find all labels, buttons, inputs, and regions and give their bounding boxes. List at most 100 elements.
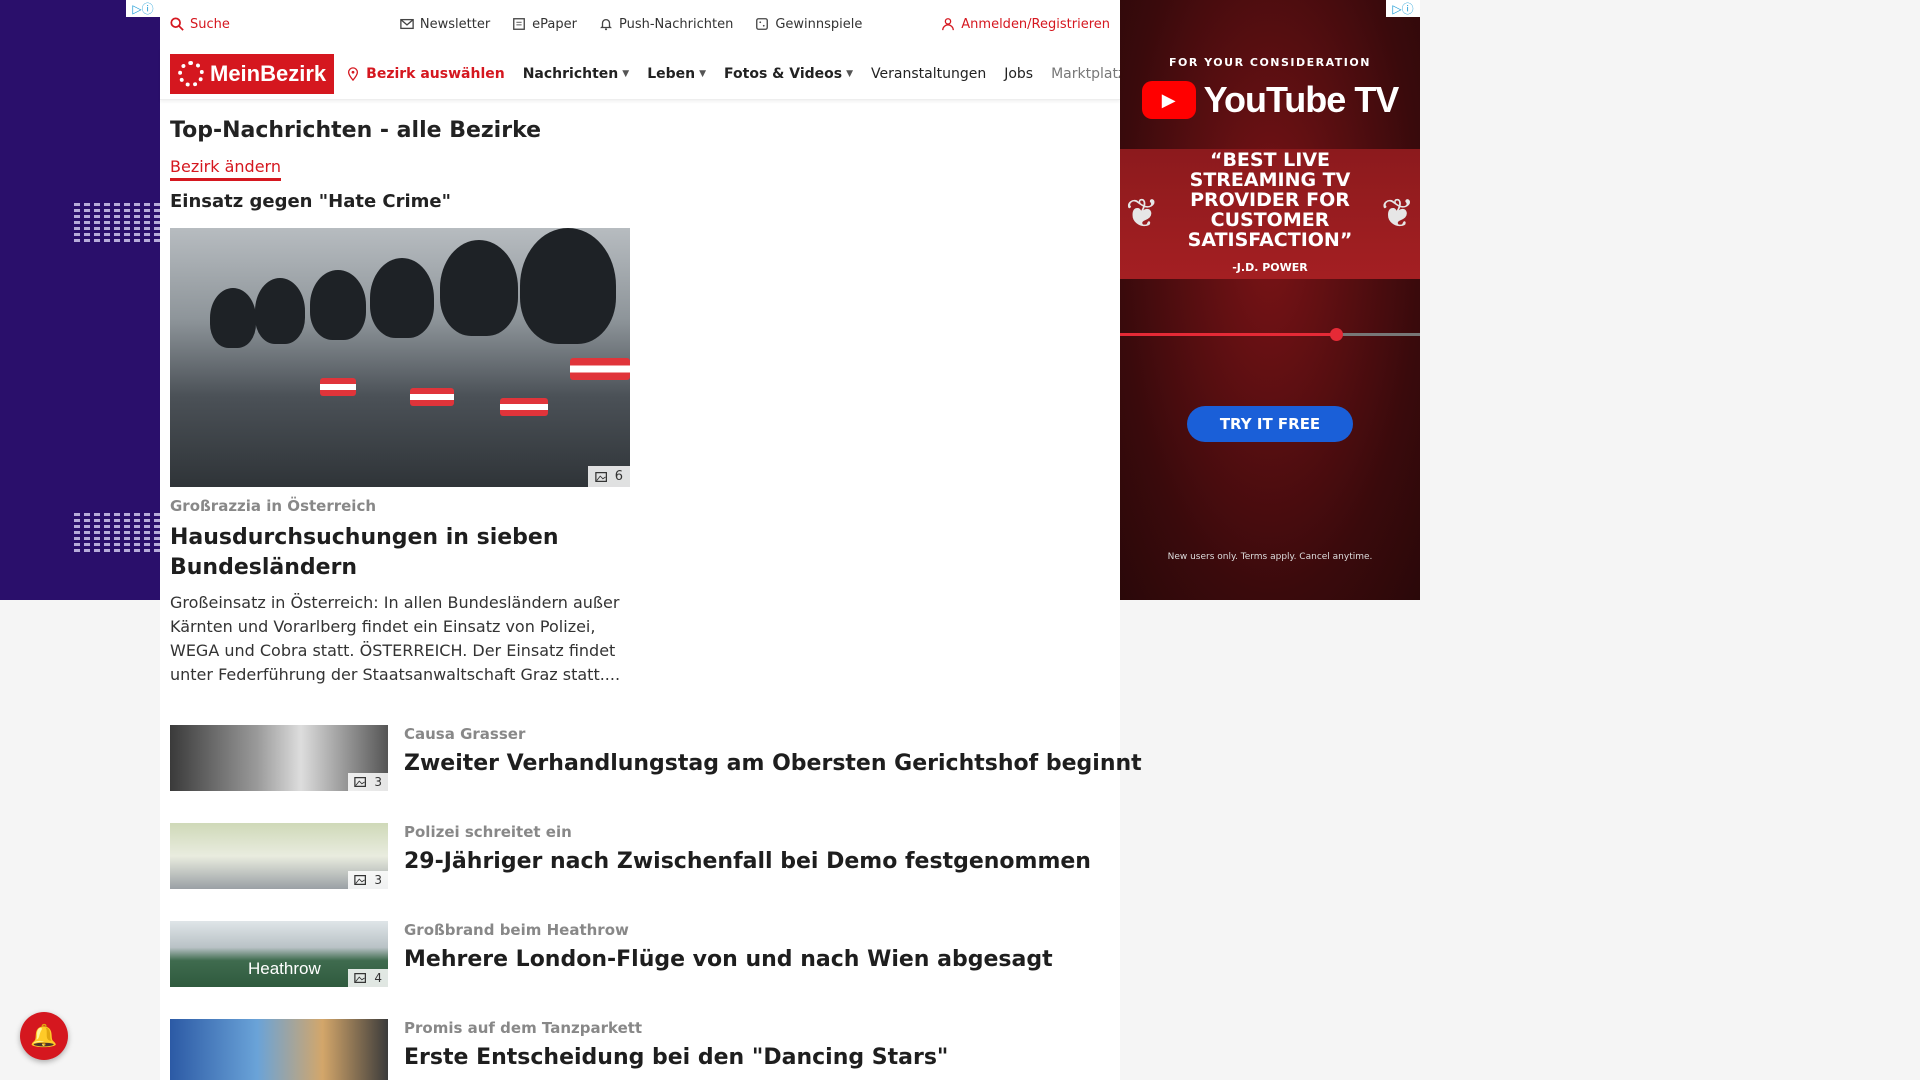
image-shape	[370, 258, 434, 338]
article-kicker: Causa Grasser	[404, 725, 526, 743]
epaper-link[interactable]: ePaper	[512, 17, 577, 32]
image-count-badge: 3	[348, 871, 388, 889]
image-count: 4	[374, 971, 382, 985]
location-pin-icon	[348, 66, 359, 81]
main-column: Suche Newsletter ePaper Push-Nachrichten…	[160, 0, 1142, 1080]
ad-tagline: FOR YOUR CONSIDERATION	[1169, 56, 1371, 69]
bell-icon	[600, 18, 612, 31]
nav-item-leben[interactable]: Leben ▼	[647, 66, 706, 82]
meinbezirk-logo[interactable]: MeinBezirk	[170, 53, 335, 94]
search-icon	[170, 17, 184, 31]
nav-label: Marktplatz	[1051, 65, 1120, 82]
image-shape	[410, 388, 454, 406]
chevron-down-icon: ▼	[846, 68, 854, 79]
nav-label: Leben	[647, 65, 696, 82]
gallery-icon	[594, 471, 607, 482]
adchoices-icon[interactable]: ▷ⓘ	[1386, 0, 1420, 17]
page-title: Top-Nachrichten - alle Bezirke	[170, 118, 542, 143]
ad-quote-text: “BEST LIVE STREAMING TV PROVIDER FOR CUS…	[1187, 149, 1353, 251]
image-shape	[255, 278, 305, 344]
login-button[interactable]: Anmelden/Registrieren	[941, 17, 1110, 32]
article-kicker: Großbrand beim Heathrow	[404, 921, 629, 939]
try-it-free-button[interactable]: TRY IT FREE	[1186, 406, 1354, 442]
newsletter-link[interactable]: Newsletter	[400, 17, 490, 32]
nav-item-nachrichten[interactable]: Nachrichten ▼	[523, 66, 629, 82]
hero-kicker: Großrazzia in Österreich	[170, 497, 377, 515]
article-title[interactable]: Mehrere London-Flüge von und nach Wien a…	[404, 947, 1053, 972]
image-shape	[570, 358, 630, 380]
laurel-left-icon: ❦	[1125, 191, 1159, 237]
select-district-label: Bezirk auswählen	[366, 65, 505, 82]
article-thumbnail[interactable]: 3	[170, 725, 388, 791]
nav-item-marktplatz[interactable]: Marktplatz	[1051, 66, 1120, 82]
logo-text: MeinBezirk	[210, 60, 327, 86]
article-row[interactable]: 3 Polizei schreitet ein 29-Jähriger nach…	[170, 823, 1110, 889]
nav-label: Veranstaltungen	[871, 65, 987, 82]
youtube-tv-logo: ▶ YouTube TV	[1120, 79, 1420, 121]
hero-title[interactable]: Hausdurchsuchungen in sieben Bundeslände…	[170, 523, 640, 583]
image-shape	[440, 240, 518, 336]
newspaper-icon	[513, 18, 526, 30]
user-icon	[942, 18, 955, 31]
chevron-down-icon: ▼	[622, 68, 630, 79]
hero-teaser[interactable]: Großeinsatz in Österreich: In allen Bund…	[170, 591, 640, 687]
image-shape	[310, 270, 366, 340]
image-count: 6	[614, 469, 623, 484]
article-list: 3 Causa Grasser Zweiter Verhandlungstag …	[170, 725, 1142, 1080]
article-title[interactable]: 29-Jähriger nach Zwischenfall bei Demo f…	[404, 849, 1091, 874]
article-thumbnail[interactable]: 3	[170, 823, 388, 889]
ad-glitch-graphic	[74, 200, 160, 280]
logo-icon	[178, 60, 204, 87]
change-district-link[interactable]: Bezirk ändern	[170, 157, 281, 181]
image-count-badge: 6	[587, 466, 630, 487]
ad-glitch-graphic	[74, 510, 160, 590]
article-thumbnail[interactable]	[170, 1019, 388, 1080]
image-shape	[320, 378, 356, 396]
article-title[interactable]: Zweiter Verhandlungstag am Obersten Geri…	[404, 751, 1142, 776]
left-ad-banner[interactable]: ▷ⓘ	[0, 0, 160, 600]
article-kicker: Promis auf dem Tanzparkett	[404, 1019, 643, 1037]
select-district-button[interactable]: Bezirk auswählen	[346, 66, 505, 82]
notification-bell-button[interactable]: 🔔	[20, 1012, 68, 1060]
gift-icon	[756, 18, 769, 30]
ad-quote: “BEST LIVE STREAMING TV PROVIDER FOR CUS…	[1165, 150, 1375, 278]
brand-name: YouTube TV	[1203, 79, 1400, 120]
progress-knob	[1330, 328, 1343, 341]
push-label: Push-Nachrichten	[619, 16, 734, 32]
main-navigation: MeinBezirk Bezirk auswählen Nachrichten …	[160, 48, 1120, 100]
push-notifications-link[interactable]: Push-Nachrichten	[599, 17, 733, 32]
login-label: Anmelden/Registrieren	[961, 16, 1110, 32]
laurel-right-icon: ❦	[1381, 191, 1415, 237]
nav-label: Fotos & Videos	[724, 65, 843, 82]
topic-heading[interactable]: Einsatz gegen "Hate Crime"	[170, 191, 1110, 212]
heathrow-sign-text: Heathrow	[248, 959, 321, 978]
search-button[interactable]: Suche	[170, 17, 230, 32]
image-shape	[520, 228, 616, 344]
search-label: Suche	[190, 16, 230, 32]
article-row[interactable]: Heathrow 4 Großbrand beim Heathrow Mehre…	[170, 921, 1110, 987]
ad-quote-band: ❦ “BEST LIVE STREAMING TV PROVIDER FOR C…	[1120, 149, 1420, 279]
article-title[interactable]: Erste Entscheidung bei den "Dancing Star…	[404, 1045, 948, 1070]
image-count-badge: 3	[348, 773, 388, 791]
article-row[interactable]: 3 Causa Grasser Zweiter Verhandlungstag …	[170, 725, 1142, 791]
epaper-label: ePaper	[532, 16, 577, 32]
right-ad-banner[interactable]: ▷ⓘ FOR YOUR CONSIDERATION ▶ YouTube TV ❦…	[1120, 0, 1420, 600]
nav-item-jobs[interactable]: Jobs	[1004, 66, 1033, 82]
top-bar: Suche Newsletter ePaper Push-Nachrichten…	[160, 0, 1120, 48]
image-count: 3	[374, 873, 382, 887]
giveaways-link[interactable]: Gewinnspiele	[755, 17, 862, 32]
newsletter-label: Newsletter	[419, 16, 491, 32]
hero-article-image[interactable]: 6	[170, 228, 630, 487]
article-thumbnail[interactable]: Heathrow 4	[170, 921, 388, 987]
mail-icon	[400, 18, 414, 30]
nav-item-veranstaltungen[interactable]: Veranstaltungen	[871, 66, 986, 82]
nav-label: Nachrichten	[522, 65, 619, 82]
adchoices-icon[interactable]: ▷ⓘ	[126, 0, 160, 17]
article-row[interactable]: Promis auf dem Tanzparkett Erste Entsche…	[170, 1019, 1110, 1080]
image-count-badge: 4	[348, 969, 388, 987]
gallery-icon	[354, 777, 367, 787]
gallery-icon	[354, 875, 367, 885]
progress-fill	[1120, 333, 1336, 336]
nav-item-fotos-videos[interactable]: Fotos & Videos ▼	[724, 66, 853, 82]
play-icon: ▶	[1141, 81, 1196, 119]
